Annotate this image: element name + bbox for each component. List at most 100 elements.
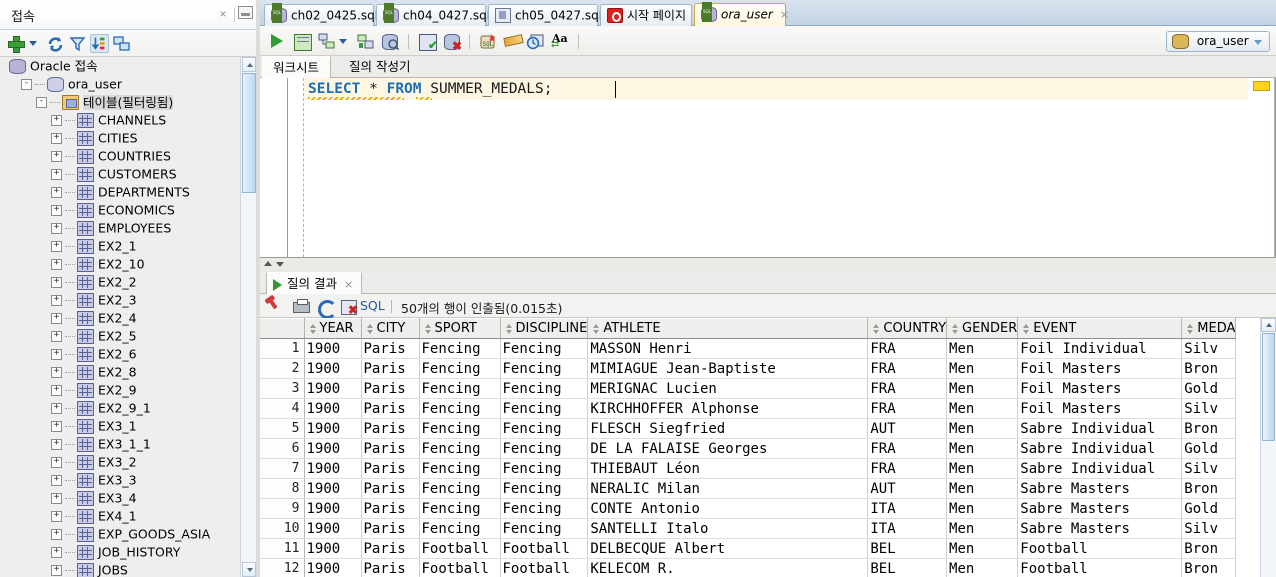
cell-sport[interactable]: Fencing (419, 498, 501, 519)
scroll-up-icon[interactable] (264, 261, 272, 266)
tree-expander-icon[interactable]: + (51, 151, 62, 162)
cell-country[interactable]: FRA (867, 458, 948, 479)
results-grid-scrollbar[interactable] (1260, 318, 1276, 577)
tree-expander-icon[interactable]: + (51, 565, 62, 576)
cell-gender[interactable]: Men (946, 538, 1019, 559)
cell-country[interactable]: FRA (867, 338, 948, 359)
table-row[interactable]: 1 1900 Paris Fencing Fencing MASSON Henri FRA M… (260, 338, 1237, 359)
tree-item-oracle[interactable]: Oracle 접속 (0, 57, 240, 75)
cell-sport[interactable]: Fencing (419, 338, 501, 359)
cell-city[interactable]: Paris (361, 418, 420, 439)
sort-indicator-icon[interactable] (423, 323, 432, 335)
clear-worksheet-icon[interactable] (503, 32, 524, 51)
cell-gender[interactable]: Men (946, 398, 1019, 419)
tree-expander-icon[interactable]: + (51, 331, 62, 342)
tab-시작-페이지[interactable]: 시작 페이지× (600, 4, 702, 26)
explain-plan-dropdown-icon[interactable] (339, 32, 349, 51)
tree-expander-icon[interactable]: + (51, 493, 62, 504)
table-row[interactable]: 8 1900 Paris Fencing Fencing NERALIC Milan AUT… (260, 478, 1237, 499)
cell-discipline[interactable]: Fencing (500, 358, 589, 379)
cell-event[interactable]: Football (1017, 558, 1183, 577)
close-icon[interactable]: × (214, 6, 232, 23)
cell-sport[interactable]: Fencing (419, 438, 501, 459)
cell-year[interactable]: 1900 (304, 518, 362, 539)
scroll-up-icon[interactable] (242, 57, 256, 72)
cell-sport[interactable]: Fencing (419, 478, 501, 499)
cell-city[interactable]: Paris (361, 398, 420, 419)
table-row[interactable]: 6 1900 Paris Fencing Fencing DE LA FALAISE Ge… (260, 438, 1237, 459)
cell-discipline[interactable]: Fencing (500, 478, 589, 499)
tab-query-result[interactable]: 질의 결과 × (266, 272, 363, 295)
tab-ch05_0427-sql[interactable]: ch05_0427.sql× (488, 4, 618, 26)
tree-expander-icon[interactable]: + (51, 205, 62, 216)
cell-country[interactable]: BEL (867, 538, 948, 559)
tree-expander-icon[interactable]: - (36, 97, 47, 108)
sql-code-line[interactable]: SELECT * FROM SUMMER_MEDALS; (304, 78, 1248, 100)
cell-gender[interactable]: Men (946, 478, 1019, 499)
cell-event[interactable]: Sabre Masters (1017, 518, 1183, 539)
cell-year[interactable]: 1900 (304, 458, 362, 479)
tree-expander-icon[interactable]: + (51, 223, 62, 234)
cell-discipline[interactable]: Fencing (500, 458, 589, 479)
table-row[interactable]: 10 1900 Paris Fencing Fencing SANTELLI Italo I… (260, 518, 1237, 539)
run-statement-icon[interactable] (268, 32, 287, 51)
cell-discipline[interactable]: Fencing (500, 398, 589, 419)
cell-meda[interactable]: Gold (1181, 438, 1237, 459)
scrollbar-thumb[interactable] (1262, 333, 1275, 441)
table-row[interactable]: 3 1900 Paris Fencing Fencing MERIGNAC Lucien F… (260, 378, 1237, 399)
cell-discipline[interactable]: Fencing (500, 418, 589, 439)
cell-event[interactable]: Football (1017, 538, 1183, 559)
cell-year[interactable]: 1900 (304, 478, 362, 499)
scroll-down-icon[interactable] (276, 262, 284, 267)
cell-meda[interactable]: Bron (1181, 538, 1237, 559)
scroll-up-icon[interactable] (1261, 318, 1276, 332)
cell-year[interactable]: 1900 (304, 358, 362, 379)
tree-item-ex3-1-1[interactable]: + EX3_1_1 (0, 435, 240, 453)
tree-expander-icon[interactable]: + (51, 295, 62, 306)
tree-expander-icon[interactable]: + (51, 349, 62, 360)
cell-meda[interactable]: Gold (1181, 378, 1237, 399)
cell-city[interactable]: Paris (361, 458, 420, 479)
tree-item-ex2-6[interactable]: + EX2_6 (0, 345, 240, 363)
tree-expander-icon[interactable]: + (51, 457, 62, 468)
cell-meda[interactable]: Bron (1181, 418, 1237, 439)
cell-city[interactable]: Paris (361, 478, 420, 499)
close-icon[interactable]: × (780, 5, 789, 25)
cell-discipline[interactable]: Fencing (500, 498, 589, 519)
cell-event[interactable]: Foil Individual (1017, 338, 1183, 359)
new-connection-dropdown-icon[interactable] (29, 34, 39, 53)
connections-tree[interactable]: Oracle 접속 - ora_user - 테이블(필터링됨) + CHANNELS + CI… (0, 57, 240, 577)
column-header-event[interactable]: EVENT (1017, 318, 1183, 339)
cell-gender[interactable]: Men (946, 378, 1019, 399)
sort-indicator-icon[interactable] (871, 323, 880, 335)
sql-editor[interactable]: SELECT * FROM SUMMER_MEDALS; (260, 78, 1276, 258)
cell-event[interactable]: Sabre Individual (1017, 418, 1183, 439)
cell-athlete[interactable]: MIMIAGUE Jean-Baptiste (587, 358, 869, 379)
table-row[interactable]: 12 1900 Paris Football Football KELECOM R. BEL… (260, 558, 1237, 577)
tree-item-ex2-10[interactable]: + EX2_10 (0, 255, 240, 273)
cell-athlete[interactable]: MASSON Henri (587, 338, 869, 359)
cell-athlete[interactable]: NERALIC Milan (587, 478, 869, 499)
cell-sport[interactable]: Fencing (419, 378, 501, 399)
tree-item-ex3-1[interactable]: + EX3_1 (0, 417, 240, 435)
tree-item-ex2-1[interactable]: + EX2_1 (0, 237, 240, 255)
sort-indicator-icon[interactable] (365, 323, 374, 335)
cell-year[interactable]: 1900 (304, 538, 362, 559)
cell-country[interactable]: FRA (867, 378, 948, 399)
sort-indicator-icon[interactable] (1021, 323, 1030, 335)
column-header-gender[interactable]: GENDER (946, 318, 1019, 339)
connections-tree-scrollbar[interactable] (240, 57, 257, 577)
cell-meda[interactable]: Silv (1181, 518, 1237, 539)
cell-meda[interactable]: Silv (1181, 398, 1237, 419)
column-header-year[interactable]: YEAR (304, 318, 362, 339)
cell-athlete[interactable]: CONTE Antonio (587, 498, 869, 519)
cell-city[interactable]: Paris (361, 338, 420, 359)
cell-city[interactable]: Paris (361, 498, 420, 519)
tree-item-[interactable]: - 테이블(필터링됨) (0, 93, 240, 111)
cell-year[interactable]: 1900 (304, 418, 362, 439)
cell-year[interactable]: 1900 (304, 498, 362, 519)
cell-meda[interactable]: Silv (1181, 338, 1237, 359)
sort-icon[interactable] (90, 34, 109, 53)
cell-country[interactable]: FRA (867, 398, 948, 419)
print-icon[interactable] (292, 298, 310, 315)
